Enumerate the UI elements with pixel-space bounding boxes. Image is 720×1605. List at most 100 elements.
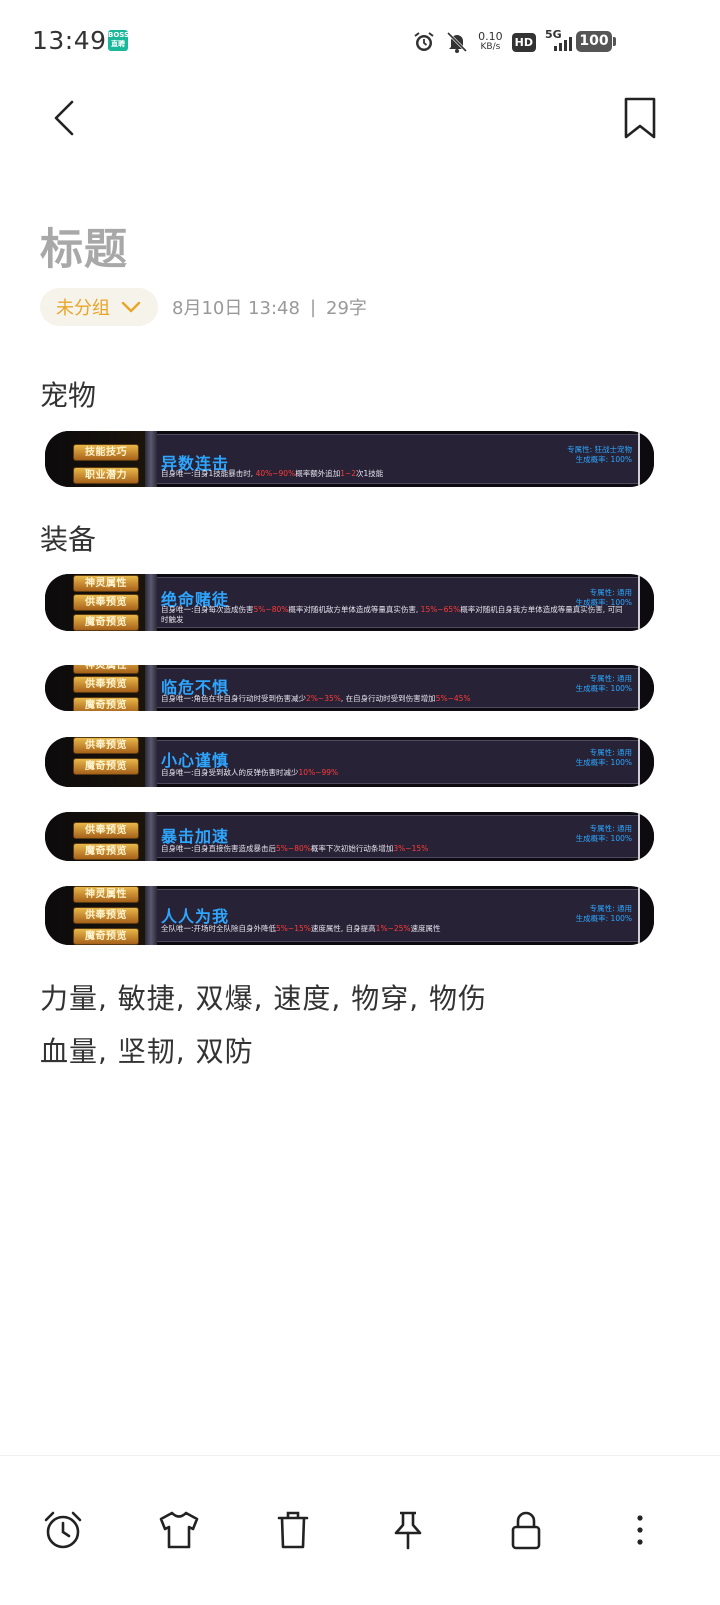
- skin-button[interactable]: [157, 1508, 201, 1552]
- group-selector[interactable]: 未分组: [40, 288, 158, 326]
- word-count: 29字: [326, 298, 367, 319]
- section-heading-pet[interactable]: 宠物: [40, 374, 96, 414]
- skill-card-image[interactable]: 技能技巧 职业潜力 异数连击 自身唯一:自身1技能暴击时, 40%~90%概率额…: [45, 431, 654, 487]
- skill-desc: 自身唯一:自身直接伤害造成暴击后5%~80%概率下次初始行动条增加3%~15%: [161, 844, 630, 854]
- attr-exclusive: 专属性: 通用: [589, 904, 632, 913]
- back-button[interactable]: [46, 96, 86, 140]
- alarm-icon: [412, 30, 436, 54]
- attr-exclusive: 专属性: 通用: [589, 824, 632, 833]
- lock-button[interactable]: [504, 1508, 548, 1552]
- game-tab-button: 魔奇预览: [73, 758, 139, 775]
- game-tab-button: 魔奇预览: [73, 697, 139, 711]
- trash-icon: [277, 1511, 309, 1549]
- more-vertical-icon: [637, 1515, 643, 1545]
- card-edge: [638, 812, 654, 861]
- desc-text: 速度属性, 自身提高: [310, 924, 376, 933]
- attr-exclusive: 专属性: 通用: [589, 674, 632, 683]
- skill-desc: 自身唯一:自身每次造成伤害5%~80%概率对随机敌方单体造成等量真实伤害, 15…: [161, 605, 630, 625]
- net-speed-unit: KB/s: [480, 42, 501, 52]
- delete-button[interactable]: [271, 1508, 315, 1552]
- skill-attributes: 专属性: 通用 生成概率: 100%: [576, 904, 632, 924]
- skill-desc: 自身唯一:角色在非自身行动时受到伤害减少2%~35%, 在自身行动时受到伤害增加…: [161, 694, 630, 704]
- skill-desc: 自身唯一:自身1技能暴击时, 40%~90%概率额外追加1~2次1技能: [161, 469, 630, 479]
- attr-probability: 生成概率: 100%: [575, 834, 632, 843]
- desc-highlight: 5%~45%: [435, 694, 471, 703]
- attr-exclusive: 专属性: 通用: [589, 748, 632, 757]
- note-body-line[interactable]: 血量, 坚韧, 双防: [40, 1030, 254, 1070]
- skill-desc: 自身唯一:自身受到敌人的反弹伤害时减少10%~99%: [161, 768, 630, 778]
- reminder-button[interactable]: [41, 1508, 85, 1552]
- card-edge: [638, 886, 654, 945]
- net-speed: 0.10 KB/s: [478, 31, 503, 53]
- attr-probability: 生成概率: 100%: [575, 758, 632, 767]
- app-badge-top: BOSS: [108, 31, 130, 39]
- more-button[interactable]: [618, 1508, 662, 1552]
- boss-app-icon: BOSS 直聘: [108, 30, 130, 51]
- note-info: 8月10日 13:48 | 29字: [172, 294, 367, 320]
- hd-badge: HD: [511, 32, 536, 52]
- game-tab-button: 职业潜力: [73, 467, 139, 484]
- attr-exclusive: 专属性: 通用: [589, 588, 632, 597]
- attr-probability: 生成概率: 100%: [575, 684, 632, 693]
- game-tab-button: 供奉预览: [73, 737, 139, 754]
- desc-text: 次1技能: [356, 469, 384, 478]
- desc-text: , 在自身行动时受到伤害增加: [340, 694, 436, 703]
- note-date: 8月10日 13:48: [172, 298, 300, 319]
- signal-5g-icon: 5G: [545, 28, 575, 54]
- desc-text: 速度属性: [410, 924, 441, 933]
- game-tab-button: 供奉预览: [73, 907, 139, 924]
- card-edge: [638, 665, 654, 711]
- desc-text: 自身唯一:自身1技能暴击时,: [161, 469, 256, 478]
- bottom-toolbar: [0, 1455, 720, 1605]
- mute-bell-icon: [445, 30, 469, 54]
- skill-card-image[interactable]: 神灵属性 供奉预览 魔奇预览 人人为我 全队唯一:开场时全队除自身外降低5%~1…: [45, 886, 654, 945]
- note-title[interactable]: 标题: [40, 215, 128, 277]
- desc-text: 自身唯一:自身直接伤害造成暴击后: [161, 844, 277, 853]
- game-tab-button: 魔奇预览: [73, 928, 139, 945]
- pin-button[interactable]: [386, 1508, 430, 1552]
- skill-card-image[interactable]: 供奉预览 魔奇预览 小心谨慎 自身唯一:自身受到敌人的反弹伤害时减少10%~99…: [45, 737, 654, 787]
- game-tab-button: 魔奇预览: [73, 843, 139, 860]
- card-edge: [638, 737, 654, 787]
- card-panel: [157, 889, 638, 942]
- note-meta: 未分组 8月10日 13:48 | 29字: [40, 288, 367, 326]
- tshirt-icon: [159, 1511, 199, 1549]
- pin-icon: [394, 1511, 422, 1550]
- skill-card-image[interactable]: 供奉预览 魔奇预览 暴击加速 自身唯一:自身直接伤害造成暴击后5%~80%概率下…: [45, 812, 654, 861]
- desc-text: 自身唯一:角色在非自身行动时受到伤害减少: [161, 694, 307, 703]
- skill-attributes: 专属性: 狂战士宠物 生成概率: 100%: [567, 445, 632, 465]
- skill-attributes: 专属性: 通用 生成概率: 100%: [576, 674, 632, 694]
- skill-card-image[interactable]: 神灵属性 供奉预览 魔奇预览 绝命赌徒 自身唯一:自身每次造成伤害5%~80%概…: [45, 574, 654, 631]
- skill-attributes: 专属性: 通用 生成概率: 100%: [576, 748, 632, 768]
- desc-highlight: 1~2: [340, 469, 357, 478]
- card-divider: [145, 665, 157, 711]
- status-bar: 13:49 BOSS 直聘 0.10 KB/s HD 5G 100: [0, 0, 720, 84]
- attr-exclusive: 专属性: 狂战士宠物: [567, 445, 632, 454]
- attr-probability: 生成概率: 100%: [575, 455, 632, 464]
- desc-text: 全队唯一:开场时全队除自身外降低: [161, 924, 277, 933]
- bookmark-icon: [624, 97, 656, 139]
- desc-text: 概率下次初始行动条增加: [310, 844, 394, 853]
- game-tab-button: 供奉预览: [73, 822, 139, 839]
- desc-highlight: 40%~90%: [255, 469, 296, 478]
- desc-text: 自身唯一:自身受到敌人的反弹伤害时减少: [161, 768, 299, 777]
- desc-text: 自身唯一:自身每次造成伤害: [161, 605, 254, 614]
- skill-card-image[interactable]: 神灵属性 供奉预览 魔奇预览 临危不惧 自身唯一:角色在非自身行动时受到伤害减少…: [45, 665, 654, 711]
- game-tab-button: 神灵属性: [73, 886, 139, 903]
- lock-icon: [511, 1511, 541, 1550]
- game-tab-button: 供奉预览: [73, 594, 139, 611]
- group-label: 未分组: [56, 298, 110, 319]
- chevron-left-icon: [54, 100, 74, 136]
- note-body-line[interactable]: 力量, 敏捷, 双爆, 速度, 物穿, 物伤: [40, 977, 487, 1017]
- status-time: 13:49: [32, 26, 107, 55]
- card-divider: [145, 737, 157, 787]
- desc-highlight: 2%~35%: [306, 694, 341, 703]
- game-tab-button: 神灵属性: [73, 575, 139, 592]
- skill-attributes: 专属性: 通用 生成概率: 100%: [576, 824, 632, 844]
- section-heading-equipment[interactable]: 装备: [40, 518, 96, 558]
- bookmark-button[interactable]: [622, 96, 658, 140]
- desc-highlight: 5%~15%: [276, 924, 311, 933]
- desc-highlight: 5%~80%: [276, 844, 311, 853]
- card-divider: [145, 574, 157, 631]
- chevron-down-icon: [121, 301, 141, 313]
